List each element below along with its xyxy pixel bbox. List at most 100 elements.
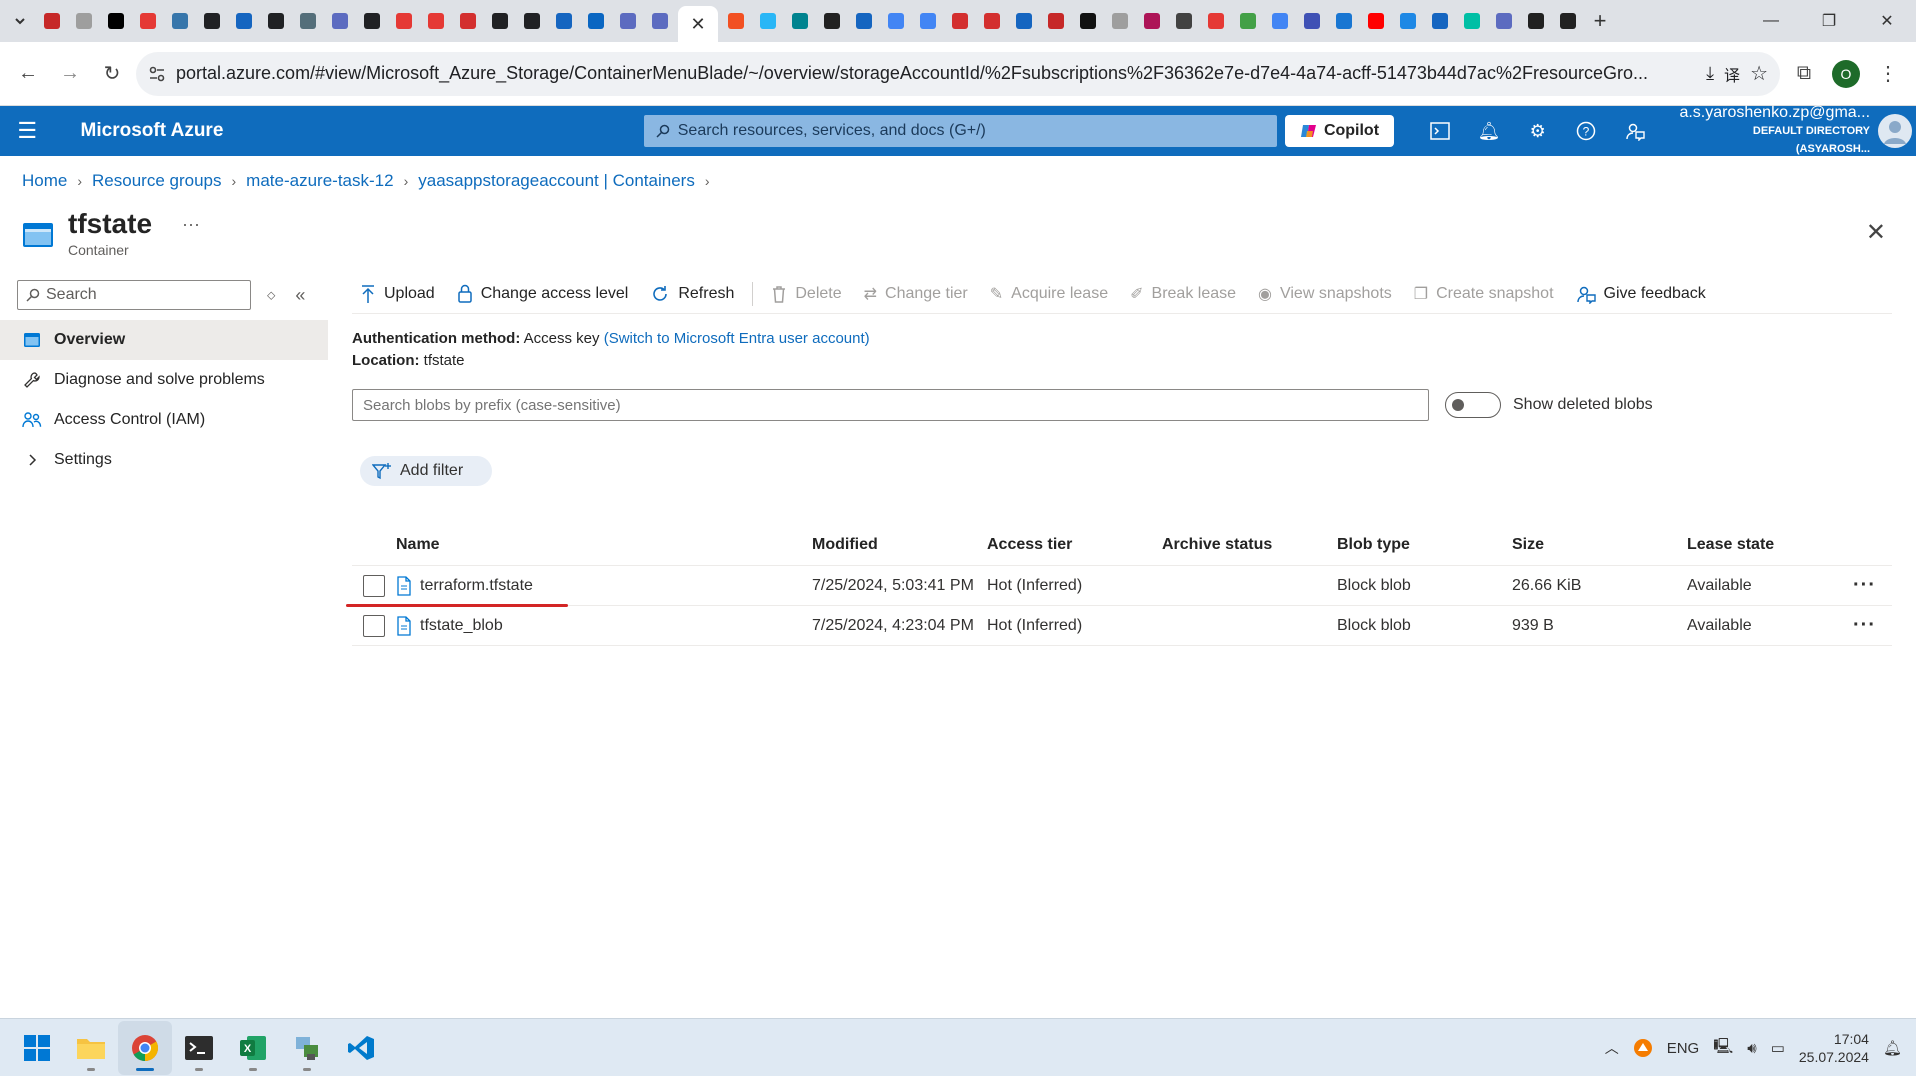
settings-gear-icon[interactable]: ⚙ [1513, 121, 1562, 142]
breadcrumb-item-0[interactable]: Home [22, 171, 67, 191]
browser-tab-14-favicon-icon[interactable] [486, 7, 514, 35]
file-explorer-icon[interactable] [64, 1021, 118, 1075]
browser-tab-7-favicon-icon[interactable] [262, 7, 290, 35]
blob-name-link[interactable]: terraform.tfstate [420, 577, 533, 595]
omnibox[interactable]: portal.azure.com/#view/Microsoft_Azure_S… [136, 52, 1780, 96]
browser-tab-right-23-favicon-icon[interactable] [1458, 7, 1486, 35]
browser-tab-right-10-favicon-icon[interactable] [1042, 7, 1070, 35]
browser-tab-right-18-favicon-icon[interactable] [1298, 7, 1326, 35]
upload-button[interactable]: Upload [352, 277, 443, 311]
browser-tab-right-3-favicon-icon[interactable] [818, 7, 846, 35]
browser-tab-right-9-favicon-icon[interactable] [1010, 7, 1038, 35]
change-access-level-button[interactable]: Change access level [449, 277, 637, 311]
browser-tab-8-favicon-icon[interactable] [294, 7, 322, 35]
browser-tab-right-4-favicon-icon[interactable] [850, 7, 878, 35]
collapse-menu-icon[interactable]: « [295, 285, 305, 306]
start-icon[interactable] [10, 1021, 64, 1075]
notifications-icon[interactable]: 🔔︎ [1465, 121, 1514, 142]
browser-tab-right-21-favicon-icon[interactable] [1394, 7, 1422, 35]
browser-tab-right-25-favicon-icon[interactable] [1522, 7, 1550, 35]
tab-search-button[interactable] [6, 7, 34, 35]
browser-tab-10-favicon-icon[interactable] [358, 7, 386, 35]
account-menu[interactable]: a.s.yaroshenko.zp@gma... DEFAULT DIRECTO… [1679, 104, 1870, 158]
browser-tab-right-1-favicon-icon[interactable] [754, 7, 782, 35]
column-header-access-tier[interactable]: Access tier [987, 536, 1162, 554]
refresh-button[interactable]: Refresh [642, 277, 742, 311]
browser-tab-11-favicon-icon[interactable] [390, 7, 418, 35]
app-tray-icon[interactable] [1633, 1038, 1653, 1058]
volume-icon[interactable]: 🔊︎ [1747, 1040, 1756, 1057]
copilot-button[interactable]: Copilot [1285, 115, 1394, 147]
cloud-shell-icon[interactable] [1416, 122, 1465, 140]
browser-tab-18-favicon-icon[interactable] [614, 7, 642, 35]
browser-tab-right-2-favicon-icon[interactable] [786, 7, 814, 35]
profile-button[interactable]: O [1828, 56, 1864, 92]
browser-tab-right-17-favicon-icon[interactable] [1266, 7, 1294, 35]
browser-tab-13-favicon-icon[interactable] [454, 7, 482, 35]
column-header-blob-type[interactable]: Blob type [1337, 536, 1512, 554]
forward-button[interactable]: → [52, 56, 88, 92]
nav-item-settings[interactable]: Settings [0, 440, 328, 480]
browser-tab-right-14-favicon-icon[interactable] [1170, 7, 1198, 35]
browser-tab-right-11-favicon-icon[interactable] [1074, 7, 1102, 35]
add-filter-button[interactable]: Add filter [360, 456, 492, 486]
column-header-name[interactable]: Name [396, 536, 812, 554]
help-icon[interactable]: ? [1562, 121, 1611, 141]
browser-tab-right-19-favicon-icon[interactable] [1330, 7, 1358, 35]
menu-search-input[interactable]: Search [17, 280, 251, 310]
browser-tab-right-13-favicon-icon[interactable] [1138, 7, 1166, 35]
nav-item-overview[interactable]: Overview [0, 320, 328, 360]
browser-tab-right-16-favicon-icon[interactable] [1234, 7, 1262, 35]
acquire-lease-button[interactable]: ✎Acquire lease [982, 277, 1116, 311]
column-header-modified[interactable]: Modified [812, 536, 987, 554]
bookmark-star-icon[interactable]: ☆ [1750, 61, 1768, 86]
translate-icon[interactable]: 译 [1724, 62, 1740, 86]
chrome-icon[interactable] [118, 1021, 172, 1075]
install-app-icon[interactable]: ⤓ [1706, 63, 1714, 84]
nav-item-diagnose-and-solve-problems[interactable]: Diagnose and solve problems [0, 360, 328, 400]
create-snapshot-button[interactable]: ❐Create snapshot [1406, 277, 1562, 311]
network-tool-icon[interactable] [280, 1021, 334, 1075]
back-button[interactable]: ← [10, 56, 46, 92]
browser-tab-right-8-favicon-icon[interactable] [978, 7, 1006, 35]
browser-tab-1-favicon-icon[interactable] [70, 7, 98, 35]
feedback-icon[interactable] [1611, 121, 1660, 141]
column-header-archive-status[interactable]: Archive status [1162, 536, 1337, 554]
chrome-menu-icon[interactable]: ⋮ [1870, 56, 1906, 92]
show-hidden-icons-icon[interactable]: ︿ [1605, 1038, 1619, 1058]
column-header-size[interactable]: Size [1512, 536, 1687, 554]
browser-tab-6-favicon-icon[interactable] [230, 7, 258, 35]
view-snapshots-button[interactable]: ◉View snapshots [1250, 277, 1400, 311]
give-feedback-button[interactable]: Give feedback [1568, 277, 1714, 311]
browser-tab-right-22-favicon-icon[interactable] [1426, 7, 1454, 35]
blob-name-link[interactable]: tfstate_blob [420, 617, 503, 635]
reload-button[interactable]: ↻ [94, 56, 130, 92]
close-blade-button[interactable]: ✕ [1866, 218, 1886, 247]
browser-tab-right-0-favicon-icon[interactable] [722, 7, 750, 35]
extensions-icon[interactable]: ⧉ [1786, 56, 1822, 92]
blob-prefix-search-input[interactable] [352, 389, 1429, 421]
azure-brand[interactable]: Microsoft Azure [55, 120, 591, 142]
browser-tab-right-12-favicon-icon[interactable] [1106, 7, 1134, 35]
break-lease-button[interactable]: ✐Break lease [1122, 277, 1244, 311]
browser-tab-16-favicon-icon[interactable] [550, 7, 578, 35]
breadcrumb-item-3[interactable]: yaasappstorageaccount | Containers [418, 171, 695, 191]
more-actions-button[interactable]: ··· [182, 214, 200, 235]
column-header-lease-state[interactable]: Lease state [1687, 536, 1837, 554]
browser-tab-0-favicon-icon[interactable] [38, 7, 66, 35]
network-icon[interactable]: 🖳︎ [1713, 1036, 1733, 1061]
browser-tab-right-6-favicon-icon[interactable] [914, 7, 942, 35]
browser-tab-5-favicon-icon[interactable] [198, 7, 226, 35]
browser-tab-12-favicon-icon[interactable] [422, 7, 450, 35]
notifications-bell-icon[interactable]: 🔔︎ [1883, 1039, 1902, 1057]
close-window-button[interactable]: ✕ [1858, 0, 1916, 42]
restore-button[interactable]: ❐ [1800, 0, 1858, 42]
breadcrumb-item-2[interactable]: mate-azure-task-12 [246, 171, 393, 191]
row-more-actions-button[interactable]: ··· [1837, 574, 1892, 597]
excel-icon[interactable]: X [226, 1021, 280, 1075]
site-info-icon[interactable] [148, 65, 166, 83]
row-select-checkbox[interactable] [363, 575, 385, 597]
switch-auth-link[interactable]: (Switch to Microsoft Entra user account) [604, 330, 870, 347]
browser-tab-right-15-favicon-icon[interactable] [1202, 7, 1230, 35]
browser-tab-right-7-favicon-icon[interactable] [946, 7, 974, 35]
